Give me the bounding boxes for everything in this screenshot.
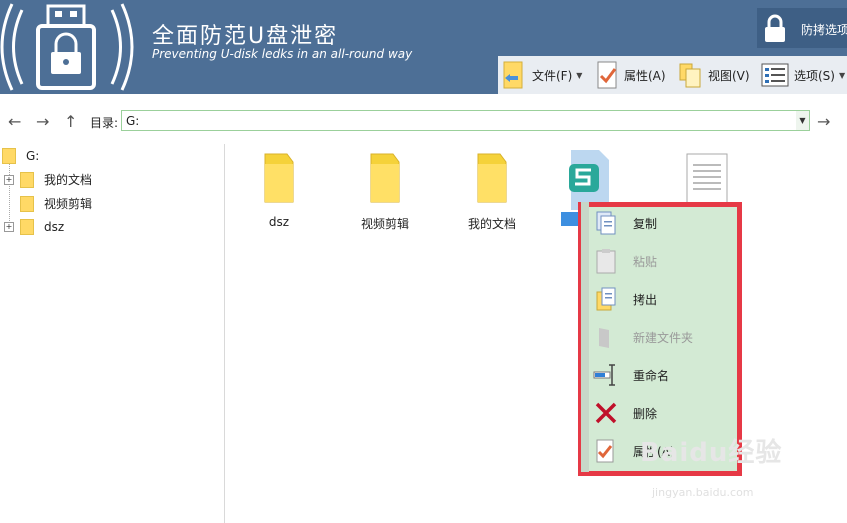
context-menu-label: 复制 [633,216,658,231]
tree-item-label: dsz [44,220,65,234]
file-item-my-documents[interactable]: 我的文档 [447,150,537,232]
expand-icon[interactable]: + [4,174,14,185]
context-menu-label: 拷出 [633,292,658,307]
options-icon [761,63,789,87]
go-arrow-icon[interactable]: → [817,112,830,131]
folder-icon [477,153,507,203]
rename-icon [593,361,619,389]
file-item-label: 视频剪辑 [360,217,409,231]
menu-options-label: 选项(S) [794,68,835,83]
menu-view-label: 视图(V) [708,68,750,83]
export-icon [593,285,619,313]
context-menu-label: 重命名 [633,368,670,383]
view-icon [679,63,701,88]
folder-tree: G: + 我的文档 视频剪辑 + dsz [0,144,225,523]
context-menu-paste[interactable]: 粘贴 [593,245,733,277]
new-folder-icon [593,323,619,351]
folder-icon [370,153,400,203]
app-header: 全面防范U盘泄密 Preventing U-disk ledks in an a… [0,0,847,94]
tree-item-label: G: [26,149,40,163]
context-menu-copy[interactable]: 复制 [593,207,733,239]
menu-properties-label: 属性(A) [624,68,666,83]
context-menu-new-folder[interactable]: 新建文件夹 [593,321,733,353]
menu-file-label: 文件(F) [532,68,573,83]
tree-item-label: 我的文档 [44,173,93,187]
directory-label: 目录: [90,116,119,130]
up-arrow-icon[interactable]: ↑ [64,112,77,131]
checkmark-icon [593,437,619,465]
file-item-label: 我的文档 [467,217,516,231]
usb-lock-logo-icon [0,3,134,91]
menu-file[interactable]: 文件(F) ▼ [502,56,582,94]
tree-item-video-clips[interactable]: 视频剪辑 [20,195,92,212]
forward-arrow-icon[interactable]: → [36,112,49,131]
context-menu-export[interactable]: 拷出 [593,283,733,315]
context-menu-rename[interactable]: 重命名 [593,359,733,391]
context-menu-label: 新建文件夹 [633,330,694,345]
chevron-down-icon[interactable]: ▼ [796,111,809,130]
app-subtitle: Preventing U-disk ledks in an all-round … [152,47,413,61]
tree-item-root[interactable]: G: [2,148,39,164]
watermark-url: jingyan.baidu.com [652,486,754,499]
lock-icon [765,14,785,42]
expand-icon[interactable]: + [4,222,14,232]
copy-icon [593,209,619,237]
document-icon [686,153,728,205]
file-item-dsz[interactable]: dsz [234,150,324,229]
context-menu-shadow [581,202,589,472]
menu-options[interactable]: 选项(S) ▼ [760,56,845,94]
properties-icon [597,61,617,89]
context-menu-label: 删除 [633,406,658,421]
tree-item-label: 视频剪辑 [44,197,93,211]
folder-icon [20,195,34,212]
chevron-down-icon: ▼ [838,70,846,80]
tree-item-dsz[interactable]: + dsz [4,219,64,235]
directory-input[interactable]: G: [121,110,810,131]
file-item-video-clips[interactable]: 视频剪辑 [340,150,430,232]
paste-icon [593,247,619,275]
context-menu-label: 粘贴 [633,254,658,269]
delete-icon [593,399,619,427]
watermark-logo: Baidu经验 [640,438,783,468]
file-item-label: dsz [268,215,290,229]
back-arrow-icon[interactable]: ← [8,112,21,131]
menubar: 文件(F) ▼ 属性(A) 视图(V) 选项(S) ▼ [498,56,847,94]
copy-protection-options-button[interactable]: 防拷选项 [757,8,847,48]
chevron-down-icon: ▼ [576,70,583,80]
folder-icon [264,153,294,203]
menu-view[interactable]: 视图(V) [678,56,750,94]
folder-icon [20,171,34,188]
copy-protection-options-label: 防拷选项 [801,23,847,37]
folder-icon [20,219,34,235]
folder-icon [2,148,16,164]
file-menu-icon [503,61,523,89]
tree-item-my-documents[interactable]: + 我的文档 [4,171,92,188]
menu-properties[interactable]: 属性(A) [596,56,666,94]
context-menu-delete[interactable]: 删除 [593,397,733,429]
app-title: 全面防范U盘泄密 [152,24,339,49]
